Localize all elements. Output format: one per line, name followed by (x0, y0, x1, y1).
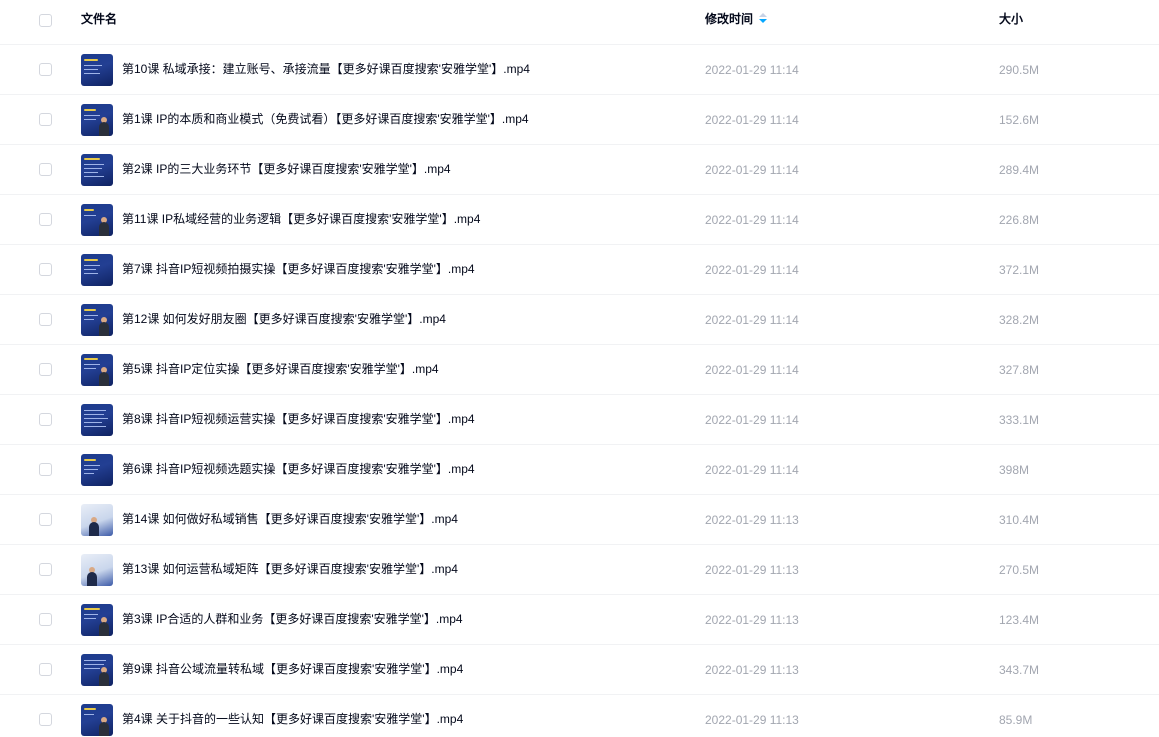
video-thumbnail-icon[interactable] (81, 104, 113, 136)
file-modified-time: 2022-01-29 11:13 (705, 563, 799, 577)
row-checkbox[interactable] (39, 462, 52, 476)
row-checkbox[interactable] (39, 362, 52, 376)
column-header-name[interactable]: 文件名 (81, 12, 117, 26)
file-modified-time: 2022-01-29 11:14 (705, 63, 799, 77)
file-name[interactable]: 第9课 抖音公域流量转私域【更多好课百度搜索'安雅学堂'】.mp4 (122, 662, 463, 676)
file-name[interactable]: 第2课 IP的三大业务环节【更多好课百度搜索'安雅学堂'】.mp4 (122, 162, 451, 176)
row-checkbox[interactable] (39, 162, 52, 176)
video-thumbnail-icon[interactable] (81, 404, 113, 436)
file-modified-time: 2022-01-29 11:13 (705, 613, 799, 627)
file-modified-time: 2022-01-29 11:14 (705, 463, 799, 477)
file-modified-time: 2022-01-29 11:14 (705, 163, 799, 177)
table-row[interactable]: 第5课 抖音IP定位实操【更多好课百度搜索'安雅学堂'】.mp4 2022-01… (0, 345, 1159, 395)
video-thumbnail-icon[interactable] (81, 554, 113, 586)
video-thumbnail-icon[interactable] (81, 204, 113, 236)
file-modified-time: 2022-01-29 11:13 (705, 713, 799, 727)
row-checkbox[interactable] (39, 412, 52, 426)
file-name[interactable]: 第1课 IP的本质和商业模式（免费试看）【更多好课百度搜索'安雅学堂'】.mp4 (122, 112, 529, 126)
row-checkbox[interactable] (39, 562, 52, 576)
row-checkbox[interactable] (39, 312, 52, 326)
file-size: 152.6M (999, 113, 1040, 127)
file-name[interactable]: 第5课 抖音IP定位实操【更多好课百度搜索'安雅学堂'】.mp4 (122, 362, 439, 376)
row-checkbox[interactable] (39, 212, 52, 226)
file-size: 333.1M (999, 413, 1040, 427)
video-thumbnail-icon[interactable] (81, 304, 113, 336)
file-size: 343.7M (999, 663, 1040, 677)
table-row[interactable]: 第11课 IP私域经营的业务逻辑【更多好课百度搜索'安雅学堂'】.mp4 202… (0, 195, 1159, 245)
file-size: 270.5M (999, 563, 1040, 577)
video-thumbnail-icon[interactable] (81, 454, 113, 486)
video-thumbnail-icon[interactable] (81, 154, 113, 186)
file-size: 226.8M (999, 213, 1040, 227)
file-size: 327.8M (999, 363, 1040, 377)
file-modified-time: 2022-01-29 11:14 (705, 113, 799, 127)
row-checkbox[interactable] (39, 612, 52, 626)
table-row[interactable]: 第3课 IP合适的人群和业务【更多好课百度搜索'安雅学堂'】.mp4 2022-… (0, 595, 1159, 645)
file-name[interactable]: 第11课 IP私域经营的业务逻辑【更多好课百度搜索'安雅学堂'】.mp4 (122, 212, 480, 226)
file-name[interactable]: 第4课 关于抖音的一些认知【更多好课百度搜索'安雅学堂'】.mp4 (122, 712, 463, 726)
file-modified-time: 2022-01-29 11:13 (705, 513, 799, 527)
row-checkbox[interactable] (39, 262, 52, 276)
video-thumbnail-icon[interactable] (81, 254, 113, 286)
table-row[interactable]: 第9课 抖音公域流量转私域【更多好课百度搜索'安雅学堂'】.mp4 2022-0… (0, 645, 1159, 695)
file-size: 398M (999, 463, 1030, 477)
file-name[interactable]: 第7课 抖音IP短视频拍摄实操【更多好课百度搜索'安雅学堂'】.mp4 (122, 262, 475, 276)
file-modified-time: 2022-01-29 11:14 (705, 213, 799, 227)
file-size: 123.4M (999, 613, 1040, 627)
table-header: 文件名 修改时间 大小 (0, 0, 1159, 45)
table-row[interactable]: 第14课 如何做好私域销售【更多好课百度搜索'安雅学堂'】.mp4 2022-0… (0, 495, 1159, 545)
file-name[interactable]: 第13课 如何运营私域矩阵【更多好课百度搜索'安雅学堂'】.mp4 (122, 562, 458, 576)
row-checkbox[interactable] (39, 512, 52, 526)
file-size: 310.4M (999, 513, 1040, 527)
table-row[interactable]: 第2课 IP的三大业务环节【更多好课百度搜索'安雅学堂'】.mp4 2022-0… (0, 145, 1159, 195)
file-modified-time: 2022-01-29 11:14 (705, 413, 799, 427)
file-name[interactable]: 第8课 抖音IP短视频运营实操【更多好课百度搜索'安雅学堂'】.mp4 (122, 412, 475, 426)
file-size: 289.4M (999, 163, 1040, 177)
video-thumbnail-icon[interactable] (81, 504, 113, 536)
file-name[interactable]: 第3课 IP合适的人群和业务【更多好课百度搜索'安雅学堂'】.mp4 (122, 612, 463, 626)
file-name[interactable]: 第6课 抖音IP短视频选题实操【更多好课百度搜索'安雅学堂'】.mp4 (122, 462, 475, 476)
file-name[interactable]: 第12课 如何发好朋友圈【更多好课百度搜索'安雅学堂'】.mp4 (122, 312, 446, 326)
video-thumbnail-icon[interactable] (81, 54, 113, 86)
table-row[interactable]: 第13课 如何运营私域矩阵【更多好课百度搜索'安雅学堂'】.mp4 2022-0… (0, 545, 1159, 595)
column-header-size[interactable]: 大小 (999, 12, 1023, 26)
table-row[interactable]: 第12课 如何发好朋友圈【更多好课百度搜索'安雅学堂'】.mp4 2022-01… (0, 295, 1159, 345)
file-size: 328.2M (999, 313, 1040, 327)
file-modified-time: 2022-01-29 11:14 (705, 313, 799, 327)
table-row[interactable]: 第7课 抖音IP短视频拍摄实操【更多好课百度搜索'安雅学堂'】.mp4 2022… (0, 245, 1159, 295)
table-row[interactable]: 第8课 抖音IP短视频运营实操【更多好课百度搜索'安雅学堂'】.mp4 2022… (0, 395, 1159, 445)
file-modified-time: 2022-01-29 11:14 (705, 263, 799, 277)
table-row[interactable]: 第6课 抖音IP短视频选题实操【更多好课百度搜索'安雅学堂'】.mp4 2022… (0, 445, 1159, 495)
file-size: 290.5M (999, 63, 1040, 77)
video-thumbnail-icon[interactable] (81, 604, 113, 636)
column-header-modified-time-label: 修改时间 (705, 12, 754, 26)
column-header-modified-time[interactable]: 修改时间 (705, 12, 768, 26)
file-list-table: 文件名 修改时间 大小 第10课 私域承接：建立账号、承接流量【更多好课百度搜索… (0, 0, 1159, 737)
video-thumbnail-icon[interactable] (81, 704, 113, 736)
file-name[interactable]: 第10课 私域承接：建立账号、承接流量【更多好课百度搜索'安雅学堂'】.mp4 (122, 62, 530, 76)
row-checkbox[interactable] (39, 662, 52, 676)
select-all-checkbox[interactable] (39, 14, 52, 27)
file-modified-time: 2022-01-29 11:13 (705, 663, 799, 677)
video-thumbnail-icon[interactable] (81, 654, 113, 686)
file-size: 372.1M (999, 263, 1040, 277)
table-row[interactable]: 第1课 IP的本质和商业模式（免费试看）【更多好课百度搜索'安雅学堂'】.mp4… (0, 95, 1159, 145)
sort-arrows-icon[interactable] (759, 13, 768, 24)
file-name[interactable]: 第14课 如何做好私域销售【更多好课百度搜索'安雅学堂'】.mp4 (122, 512, 458, 526)
row-checkbox[interactable] (39, 112, 52, 126)
table-row[interactable]: 第4课 关于抖音的一些认知【更多好课百度搜索'安雅学堂'】.mp4 2022-0… (0, 695, 1159, 737)
row-checkbox[interactable] (39, 62, 52, 76)
table-row[interactable]: 第10课 私域承接：建立账号、承接流量【更多好课百度搜索'安雅学堂'】.mp4 … (0, 45, 1159, 95)
file-modified-time: 2022-01-29 11:14 (705, 363, 799, 377)
file-size: 85.9M (999, 713, 1033, 727)
row-checkbox[interactable] (39, 712, 52, 726)
video-thumbnail-icon[interactable] (81, 354, 113, 386)
